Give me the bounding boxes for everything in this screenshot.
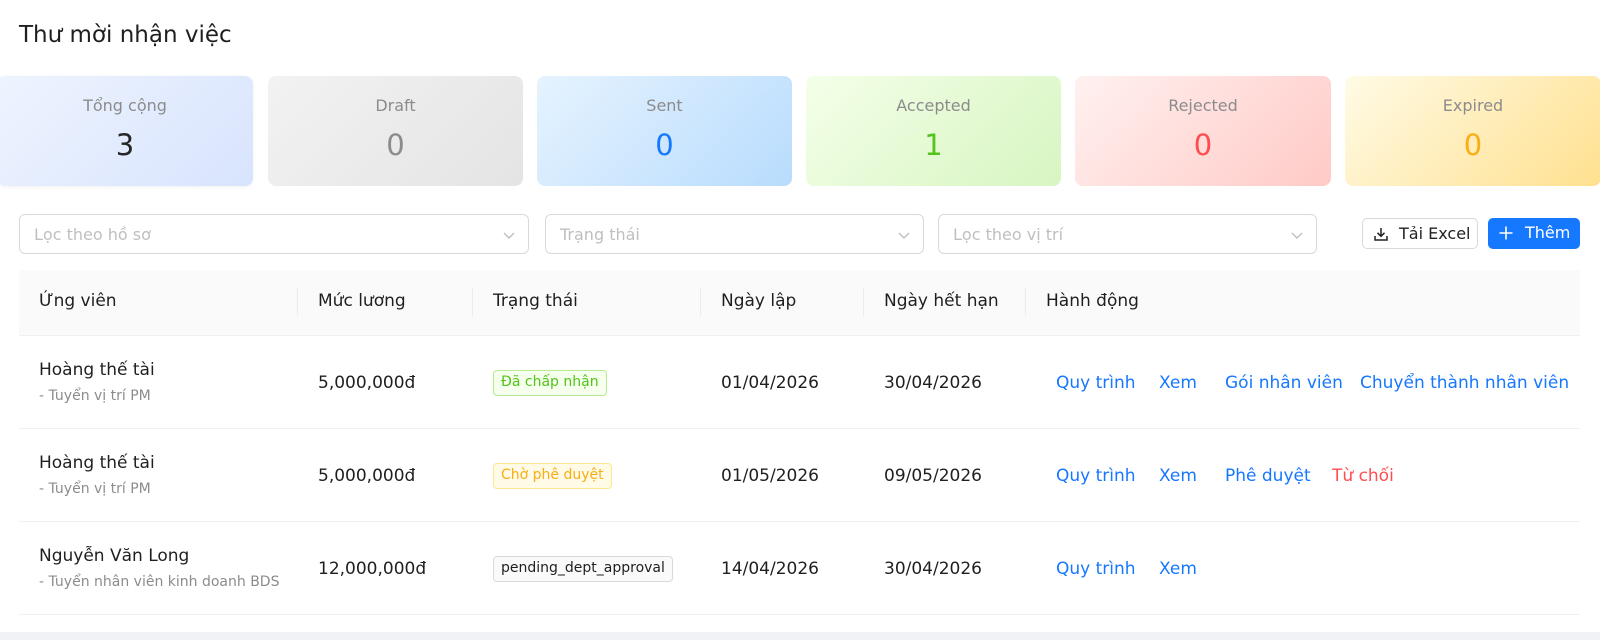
chevron-down-icon — [1291, 232, 1303, 239]
view-link[interactable]: Xem — [1159, 559, 1197, 579]
column-divider — [1025, 288, 1026, 316]
expiry-date-cell: 30/04/2026 — [884, 373, 982, 393]
plus-icon — [1499, 226, 1513, 240]
stats-row: Tổng cộng 3 Draft 0 Sent 0 Accepted 1 Re… — [0, 76, 1600, 202]
workflow-link[interactable]: Quy trình — [1056, 466, 1136, 486]
offer-letters-page: Thư mời nhận việc Tổng cộng 3 Draft 0 Se… — [0, 0, 1600, 640]
column-header: Ứng viên — [39, 291, 117, 311]
select-placeholder: Lọc theo hồ sơ — [34, 225, 151, 244]
table-row: Nguyễn Văn Long - Tuyển nhân viên kinh d… — [19, 522, 1580, 615]
chevron-down-icon — [898, 232, 910, 239]
salary-cell: 5,000,000đ — [318, 373, 416, 393]
chevron-down-icon — [503, 232, 515, 239]
download-icon — [1374, 228, 1388, 241]
created-date-cell: 01/04/2026 — [721, 373, 819, 393]
main-content: Lọc theo hồ sơ Trạng thái Lọc theo vị tr… — [0, 202, 1600, 632]
status-badge: pending_dept_approval — [493, 556, 673, 582]
stat-card-draft: Draft 0 — [268, 76, 523, 186]
employee-package-link[interactable]: Gói nhân viên — [1225, 373, 1343, 393]
candidate-position: - Tuyển nhân viên kinh doanh BDS — [39, 574, 280, 590]
table-header: Ứng viên Mức lương Trạng thái Ngày lập N… — [19, 270, 1580, 336]
candidate-name: Hoàng thế tài — [39, 360, 155, 380]
stat-card-sent: Sent 0 — [537, 76, 792, 186]
export-excel-button[interactable]: Tải Excel — [1362, 218, 1478, 249]
salary-cell: 5,000,000đ — [318, 466, 416, 486]
salary-cell: 12,000,000đ — [318, 559, 427, 579]
stat-value: 3 — [115, 128, 135, 162]
stat-label: Sent — [646, 96, 683, 115]
stat-value: 0 — [1463, 128, 1483, 162]
column-header: Ngày lập — [721, 291, 797, 311]
stat-card-total: Tổng cộng 3 — [0, 76, 253, 186]
page-title: Thư mời nhận việc — [19, 22, 232, 48]
candidate-position: - Tuyển vị trí PM — [39, 481, 151, 497]
status-badge: Chờ phê duyệt — [493, 463, 612, 489]
view-link[interactable]: Xem — [1159, 373, 1197, 393]
column-header: Ngày hết hạn — [884, 291, 999, 311]
page-header: Thư mời nhận việc — [0, 0, 1600, 76]
stat-card-expired: Expired 0 — [1345, 76, 1600, 186]
created-date-cell: 14/04/2026 — [721, 559, 819, 579]
stat-card-accepted: Accepted 1 — [806, 76, 1061, 186]
stat-value: 0 — [386, 128, 405, 162]
position-filter-select[interactable]: Lọc theo vị trí — [938, 214, 1317, 254]
select-placeholder: Lọc theo vị trí — [953, 225, 1064, 244]
stat-value: 1 — [924, 128, 943, 162]
profile-filter-select[interactable]: Lọc theo hồ sơ — [19, 214, 529, 254]
stat-label: Tổng cộng — [83, 96, 167, 115]
stat-card-rejected: Rejected 0 — [1075, 76, 1331, 186]
workflow-link[interactable]: Quy trình — [1056, 373, 1136, 393]
expiry-date-cell: 09/05/2026 — [884, 466, 982, 486]
created-date-cell: 01/05/2026 — [721, 466, 819, 486]
stat-label: Expired — [1442, 96, 1504, 115]
column-divider — [700, 288, 701, 316]
approve-link[interactable]: Phê duyệt — [1225, 466, 1311, 486]
stat-label: Rejected — [1168, 96, 1238, 115]
column-divider — [297, 288, 298, 316]
table-row: Hoàng thế tài - Tuyển vị trí PM 5,000,00… — [19, 429, 1580, 522]
reject-link[interactable]: Từ chối — [1332, 466, 1394, 486]
column-header: Trạng thái — [493, 291, 578, 311]
select-placeholder: Trạng thái — [560, 225, 640, 244]
expiry-date-cell: 30/04/2026 — [884, 559, 982, 579]
stat-value: 0 — [655, 128, 674, 162]
column-header: Mức lương — [318, 291, 406, 311]
column-divider — [472, 288, 473, 316]
column-divider — [863, 288, 864, 316]
workflow-link[interactable]: Quy trình — [1056, 559, 1136, 579]
stat-label: Accepted — [896, 96, 971, 115]
export-excel-label: Tải Excel — [1399, 224, 1471, 243]
stat-label: Draft — [375, 96, 416, 115]
add-offer-button[interactable]: Thêm — [1488, 218, 1580, 249]
stat-value: 0 — [1193, 128, 1213, 162]
convert-to-employee-link[interactable]: Chuyển thành nhân viên — [1360, 373, 1569, 393]
candidate-name: Nguyễn Văn Long — [39, 546, 190, 566]
status-badge: Đã chấp nhận — [493, 370, 607, 396]
candidate-position: - Tuyển vị trí PM — [39, 388, 151, 404]
column-header: Hành động — [1046, 291, 1139, 311]
page-bottom-gutter — [0, 632, 1600, 640]
add-offer-label: Thêm — [1525, 223, 1571, 242]
candidate-name: Hoàng thế tài — [39, 453, 155, 473]
table-row: Hoàng thế tài - Tuyển vị trí PM 5,000,00… — [19, 336, 1580, 429]
view-link[interactable]: Xem — [1159, 466, 1197, 486]
status-filter-select[interactable]: Trạng thái — [545, 214, 924, 254]
